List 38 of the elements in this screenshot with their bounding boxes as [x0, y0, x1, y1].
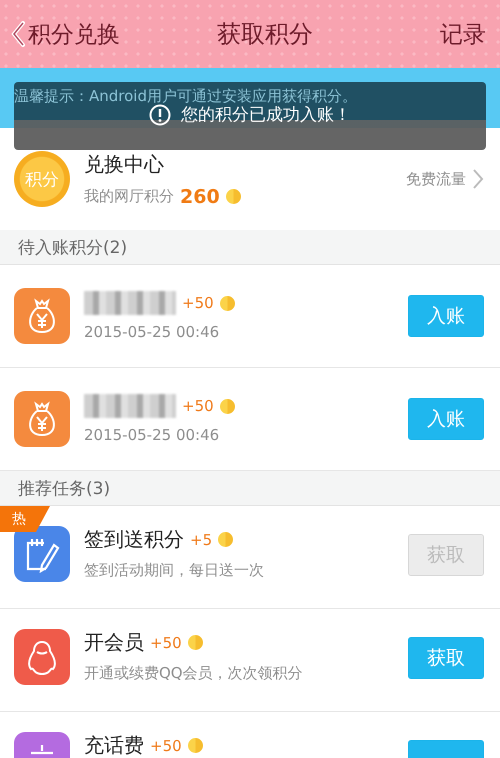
points-label: 我的网厅积分 — [84, 187, 174, 206]
medal-label: 积分 — [25, 168, 59, 190]
record-time: 2015-05-25 00:46 — [84, 323, 220, 341]
credit-button[interactable]: 入账 — [408, 295, 484, 337]
coin-icon — [226, 189, 241, 204]
points-value: 260 — [180, 186, 220, 208]
task-name: 签到送积分 — [84, 526, 184, 553]
coin-icon — [220, 398, 235, 414]
coin-icon — [220, 296, 235, 310]
bonus-points: +50 — [182, 397, 214, 415]
task-name: 充话费 — [84, 732, 144, 758]
bonus-points: +50 — [150, 736, 182, 754]
tip-text: 温馨提示：Android用户可通过安装应用获得积分。 — [14, 86, 357, 106]
task-name: 开会员 — [84, 629, 144, 656]
section-title: 推荐任务(3) — [18, 478, 110, 500]
credit-button[interactable]: 入账 — [408, 398, 484, 440]
back-icon — [10, 20, 26, 48]
free-data-link[interactable]: 免费流量 — [406, 170, 466, 188]
alert-icon — [149, 104, 171, 126]
bonus-points: +50 — [182, 294, 214, 312]
chevron-right-icon — [472, 168, 484, 190]
bonus-points: +5 — [190, 530, 212, 548]
coin-icon — [218, 532, 234, 547]
penguin-icon — [25, 638, 59, 676]
get-button[interactable]: 获取 — [408, 637, 484, 679]
coin-icon — [188, 635, 203, 650]
hot-tag: 热 — [0, 506, 50, 532]
task-description: 签到活动期间，每日送一次 — [84, 561, 265, 580]
records-link[interactable]: 记录 — [440, 18, 486, 50]
task-description: 开通或续费QQ会员，次次领积分 — [84, 664, 304, 683]
toast-text: 您的积分已成功入账！ — [181, 104, 351, 127]
section-title: 待入账积分(2) — [18, 236, 128, 258]
record-time: 2015-05-25 00:46 — [84, 426, 220, 444]
page-title: 获取积分 — [217, 19, 313, 50]
exchange-title: 兑换中心 — [84, 150, 165, 178]
bonus-points: +50 — [150, 634, 182, 652]
back-link[interactable]: 积分兑换 — [10, 18, 120, 50]
coin-icon — [188, 738, 203, 753]
